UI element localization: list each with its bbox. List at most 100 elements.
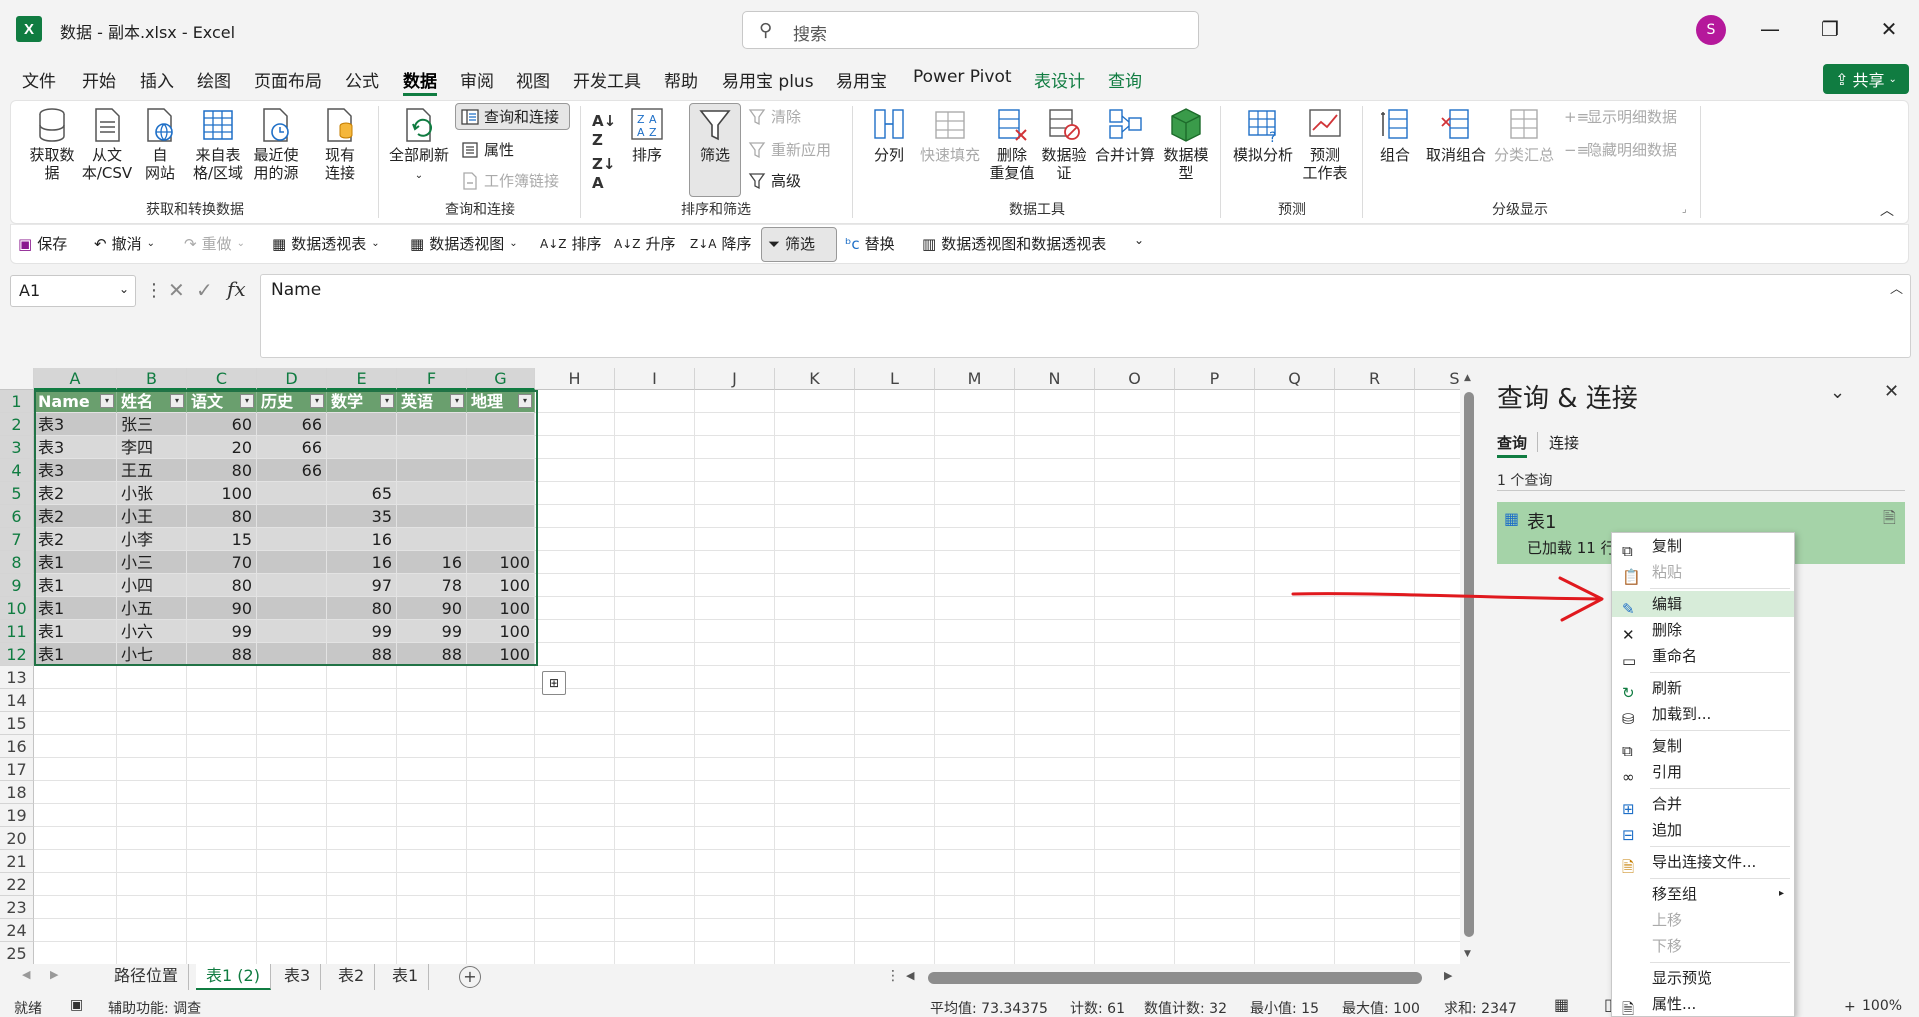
empty-cell[interactable] — [1255, 666, 1335, 689]
row-header[interactable]: 18 — [0, 781, 34, 804]
empty-cell[interactable] — [1015, 390, 1095, 413]
table-cell[interactable]: 小三 — [117, 551, 187, 574]
empty-cell[interactable] — [397, 873, 467, 896]
empty-cell[interactable] — [257, 827, 327, 850]
prev-sheet-icon[interactable]: ◀ — [22, 968, 30, 981]
table-cell[interactable] — [397, 413, 467, 436]
column-header[interactable]: N — [1015, 368, 1095, 390]
column-header[interactable]: B — [117, 368, 187, 390]
empty-cell[interactable] — [1095, 436, 1175, 459]
sort-button[interactable]: ZAAZ 排序 — [624, 106, 670, 164]
empty-cell[interactable] — [1335, 436, 1415, 459]
empty-cell[interactable] — [1255, 942, 1335, 964]
empty-cell[interactable] — [327, 896, 397, 919]
tab-home[interactable]: 开始 — [82, 67, 116, 92]
empty-cell[interactable] — [1175, 873, 1255, 896]
empty-cell[interactable] — [467, 666, 535, 689]
empty-cell[interactable] — [1255, 436, 1335, 459]
table-cell[interactable]: 表1 — [34, 643, 117, 666]
empty-cell[interactable] — [935, 712, 1015, 735]
empty-cell[interactable] — [855, 689, 935, 712]
column-header[interactable]: A — [34, 368, 117, 390]
empty-cell[interactable] — [1015, 804, 1095, 827]
menu-item-delete[interactable]: ✕ 删除 — [1612, 617, 1794, 644]
qat-replace-button[interactable]: ᵇc 替换 — [845, 233, 895, 254]
empty-cell[interactable] — [695, 827, 775, 850]
empty-cell[interactable] — [257, 735, 327, 758]
table-cell[interactable]: 100 — [467, 551, 535, 574]
empty-cell[interactable] — [695, 919, 775, 942]
empty-cell[interactable] — [1015, 505, 1095, 528]
empty-cell[interactable] — [467, 942, 535, 964]
hide-detail-button[interactable]: −≡ 隐藏明细数据 — [1564, 139, 1677, 160]
empty-cell[interactable] — [935, 873, 1015, 896]
empty-cell[interactable] — [1255, 804, 1335, 827]
empty-cell[interactable] — [775, 735, 855, 758]
empty-cell[interactable] — [327, 804, 397, 827]
menu-item-paste[interactable]: 📋 粘贴 — [1612, 559, 1794, 586]
pane-close-icon[interactable]: ✕ — [1884, 381, 1899, 402]
empty-cell[interactable] — [1095, 735, 1175, 758]
empty-cell[interactable] — [695, 712, 775, 735]
empty-cell[interactable] — [775, 482, 855, 505]
pane-options-icon[interactable]: ⌄ — [1830, 382, 1845, 403]
row-header[interactable]: 6 — [0, 505, 34, 528]
empty-cell[interactable] — [1095, 574, 1175, 597]
empty-cell[interactable] — [855, 413, 935, 436]
empty-cell[interactable] — [1175, 482, 1255, 505]
empty-cell[interactable] — [1335, 459, 1415, 482]
qat-pivot-table-button[interactable]: ▦ 数据透视表 ⌄ — [272, 233, 380, 254]
empty-cell[interactable] — [535, 896, 615, 919]
filter-dropdown-icon[interactable]: ▾ — [518, 394, 532, 408]
empty-cell[interactable] — [615, 781, 695, 804]
table-cell[interactable]: 表2 — [34, 505, 117, 528]
table-cell[interactable]: 小张 — [117, 482, 187, 505]
empty-cell[interactable] — [327, 919, 397, 942]
empty-cell[interactable] — [535, 781, 615, 804]
scroll-right-icon[interactable]: ▶ — [1444, 969, 1452, 982]
table-cell[interactable]: 88 — [187, 643, 257, 666]
empty-cell[interactable] — [1415, 873, 1460, 896]
empty-cell[interactable] — [327, 735, 397, 758]
empty-cell[interactable] — [34, 873, 117, 896]
empty-cell[interactable] — [1335, 758, 1415, 781]
empty-cell[interactable] — [34, 666, 117, 689]
status-max[interactable]: 最大值: 100 — [1342, 998, 1420, 1017]
empty-cell[interactable] — [935, 919, 1015, 942]
empty-cell[interactable] — [535, 459, 615, 482]
empty-cell[interactable] — [467, 804, 535, 827]
next-sheet-icon[interactable]: ▶ — [50, 968, 58, 981]
empty-cell[interactable] — [775, 505, 855, 528]
empty-cell[interactable] — [1015, 528, 1095, 551]
empty-cell[interactable] — [1015, 896, 1095, 919]
row-header[interactable]: 8 — [0, 551, 34, 574]
table-cell[interactable]: 35 — [327, 505, 397, 528]
empty-cell[interactable] — [775, 413, 855, 436]
empty-cell[interactable] — [1255, 413, 1335, 436]
empty-cell[interactable] — [1015, 666, 1095, 689]
empty-cell[interactable] — [1255, 850, 1335, 873]
menu-item-export-connection[interactable]: 🗎 导出连接文件... — [1612, 849, 1794, 876]
empty-cell[interactable] — [1335, 528, 1415, 551]
row-header[interactable]: 2 — [0, 413, 34, 436]
empty-cell[interactable] — [257, 758, 327, 781]
minimize-icon[interactable]: — — [1752, 14, 1788, 44]
dialog-launcher-icon[interactable]: ⌟ — [1682, 204, 1687, 215]
tab-split-handle-icon[interactable]: ⋮ — [886, 968, 900, 984]
empty-cell[interactable] — [257, 850, 327, 873]
table-cell[interactable]: 90 — [397, 597, 467, 620]
empty-cell[interactable] — [855, 390, 935, 413]
table-cell[interactable] — [257, 528, 327, 551]
empty-cell[interactable] — [695, 666, 775, 689]
clear-filter-button[interactable]: 清除 — [748, 106, 801, 127]
empty-cell[interactable] — [1255, 712, 1335, 735]
empty-cell[interactable] — [327, 712, 397, 735]
empty-cell[interactable] — [535, 942, 615, 964]
empty-cell[interactable] — [1335, 827, 1415, 850]
empty-cell[interactable] — [1335, 850, 1415, 873]
table-cell[interactable]: 66 — [257, 436, 327, 459]
row-header[interactable]: 4 — [0, 459, 34, 482]
empty-cell[interactable] — [855, 551, 935, 574]
empty-cell[interactable] — [695, 942, 775, 964]
empty-cell[interactable] — [615, 620, 695, 643]
